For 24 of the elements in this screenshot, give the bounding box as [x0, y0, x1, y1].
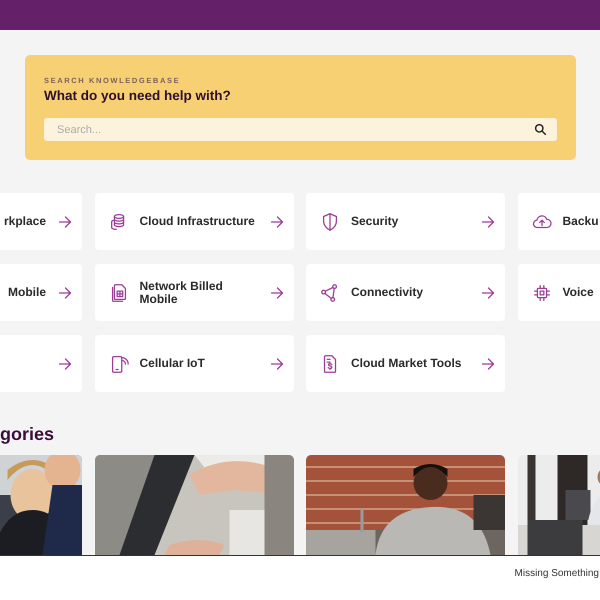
footer-text: Missing Something — [514, 568, 600, 581]
arrow-right-icon — [270, 356, 284, 370]
arrow-right-icon — [481, 286, 495, 300]
arrow-right-icon — [270, 286, 284, 300]
arrow-right-icon — [481, 356, 495, 370]
search-field[interactable]: Search... — [44, 118, 557, 141]
search-icon[interactable] — [534, 123, 547, 136]
topic-card[interactable]: Cellular IoT — [94, 335, 294, 392]
arrow-right-icon — [58, 356, 72, 370]
arrow-right-icon — [58, 214, 72, 228]
topic-card[interactable]: Security — [306, 193, 505, 250]
topic-card[interactable]: Connectivity — [306, 264, 505, 321]
topic-card[interactable]: Backu — [518, 193, 600, 250]
search-title: What do you need help with? — [44, 88, 232, 103]
arrow-right-icon — [481, 214, 495, 228]
topic-card[interactable]: Mobile — [0, 264, 82, 321]
section-heading: gories — [0, 423, 56, 445]
arrow-right-icon — [270, 214, 284, 228]
arrow-right-icon — [58, 286, 72, 300]
topic-card[interactable]: Voice — [518, 264, 600, 321]
topic-card[interactable]: Cloud Infrastructure — [94, 193, 294, 250]
topic-card[interactable]: Cloud Market Tools — [306, 335, 505, 392]
topic-card[interactable]: rkplace — [0, 193, 82, 250]
topic-card[interactable]: Network Billed Mobile — [94, 264, 294, 321]
